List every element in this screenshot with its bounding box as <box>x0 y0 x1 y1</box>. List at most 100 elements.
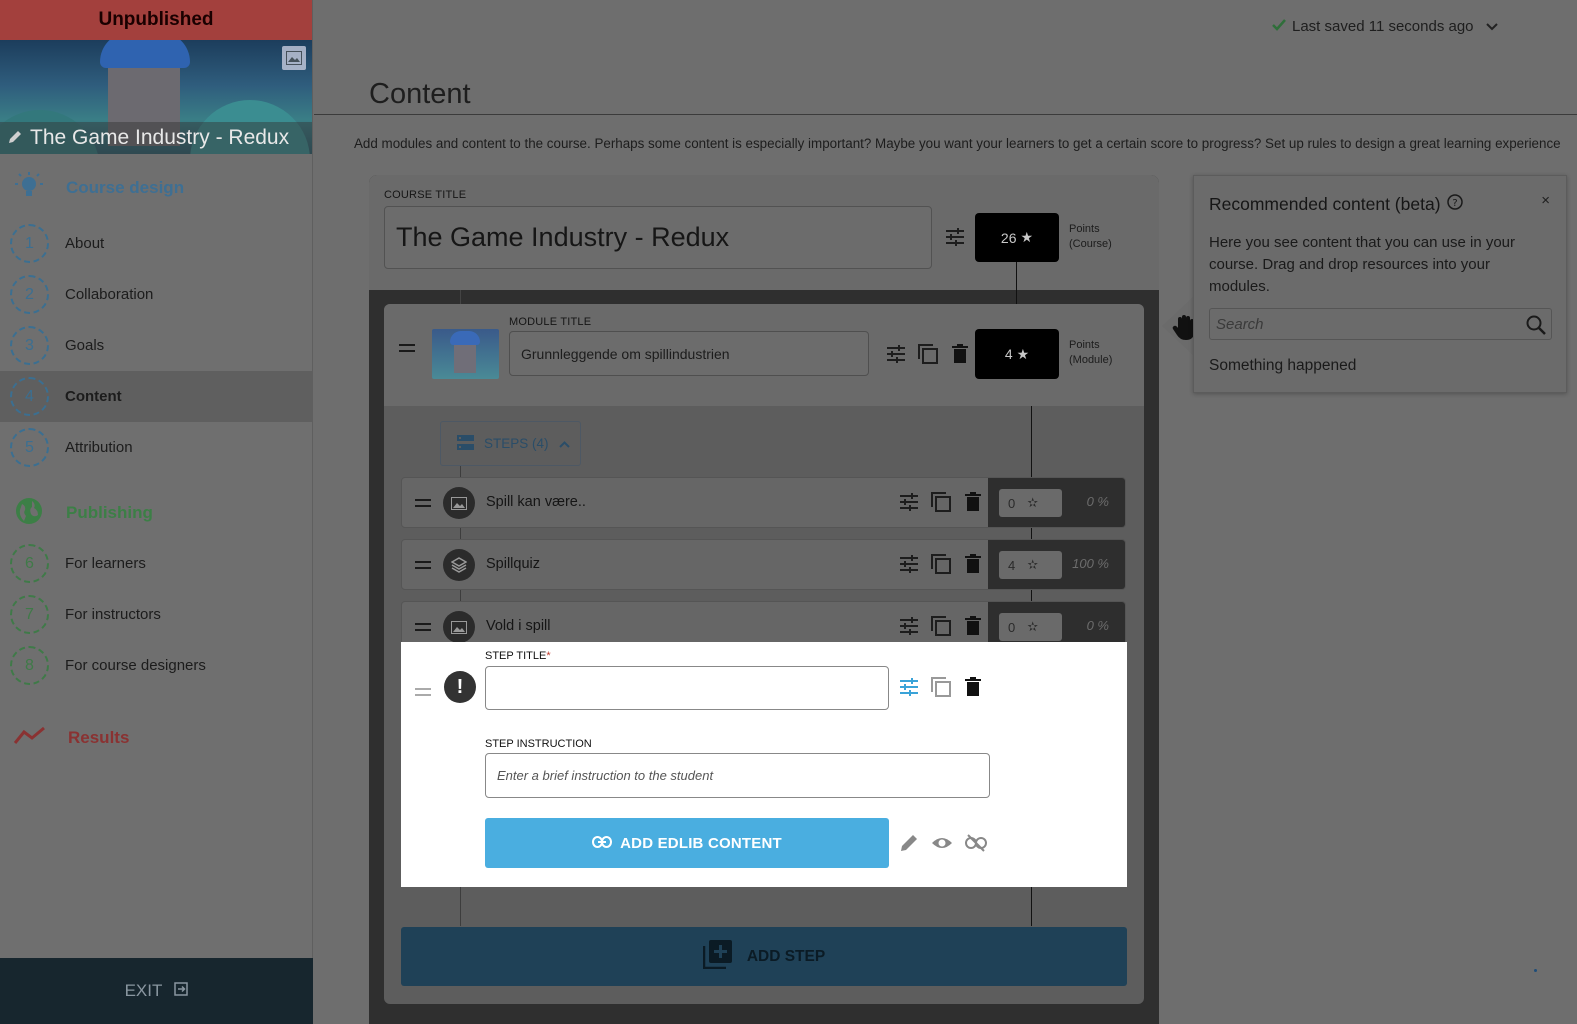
sidebar-item-for-instructors[interactable]: 7 For instructors <box>0 589 312 640</box>
delete-icon[interactable] <box>963 677 983 702</box>
edit-pencil-icon[interactable] <box>899 833 919 858</box>
drag-handle-icon[interactable] <box>415 684 431 702</box>
add-step-label: ADD STEP <box>746 947 826 965</box>
delete-icon[interactable] <box>963 492 983 517</box>
unlink-icon[interactable] <box>965 833 987 858</box>
recommended-description: Here you see content that you can use in… <box>1209 234 1516 295</box>
step-points-value: 4 <box>1008 557 1016 573</box>
sidebar-item-label: For instructors <box>65 606 161 623</box>
course-title-input[interactable]: The Game Industry - Redux <box>384 206 932 269</box>
section-label: Results <box>68 728 130 747</box>
step-title-input[interactable] <box>485 666 889 710</box>
list-icon <box>457 434 474 453</box>
page-description: Add modules and content to the course. P… <box>354 136 1561 151</box>
check-icon <box>1272 18 1286 35</box>
drag-handle-icon[interactable] <box>415 619 431 637</box>
course-points-value: 26 <box>1000 229 1017 246</box>
step-points-input[interactable]: 0 ✫ <box>999 489 1062 517</box>
search-icon[interactable] <box>1525 314 1547 340</box>
course-title-overlay[interactable]: The Game Industry - Redux <box>0 122 312 154</box>
step-percent: 100 % <box>1072 556 1109 571</box>
section-label: Course design <box>66 178 185 197</box>
section-results[interactable]: Results <box>0 713 312 763</box>
section-publishing[interactable]: Publishing <box>0 488 312 538</box>
step-name[interactable]: Spill kan være.. <box>486 494 586 510</box>
step-instruction-input[interactable]: Enter a brief instruction to the student <box>485 753 990 798</box>
sidebar-item-goals[interactable]: 3 Goals <box>0 320 312 371</box>
points-label-line2: (Module) <box>1069 354 1113 366</box>
sidebar-item-label: About <box>65 235 105 252</box>
close-icon[interactable]: × <box>1541 192 1550 209</box>
step-number: 2 <box>10 275 49 314</box>
save-status[interactable]: Last saved 11 seconds ago <box>1272 18 1498 35</box>
course-card: COURSE TITLE The Game Industry - Redux 2… <box>369 175 1159 1024</box>
step-row[interactable]: Spill kan være.. 0 ✫ 0 % <box>401 477 1126 528</box>
add-step-button[interactable]: ADD STEP <box>401 927 1127 986</box>
steps-toggle-button[interactable]: STEPS (4) <box>440 421 581 466</box>
step-settings-icon[interactable] <box>899 677 919 702</box>
section-label: Publishing <box>66 503 153 522</box>
course-title-label: COURSE TITLE <box>384 189 467 201</box>
step-number: 6 <box>10 544 49 583</box>
exit-button[interactable]: EXIT <box>0 958 313 1024</box>
duplicate-icon[interactable] <box>918 344 938 369</box>
new-step-editor: ! STEP TITLE* STEP INSTRUCTION Enter a b… <box>401 642 1127 887</box>
warning-icon: ! <box>444 671 476 703</box>
course-settings-icon[interactable] <box>945 227 965 252</box>
step-row[interactable]: Vold i spill 0 ✫ 0 % <box>401 601 1126 642</box>
step-row[interactable]: Spillquiz 4 ✫ 100 % <box>401 539 1126 590</box>
sidebar-item-attribution[interactable]: 5 Attribution <box>0 422 312 473</box>
sidebar-item-about[interactable]: 1 About <box>0 218 312 269</box>
sidebar-item-for-course-designers[interactable]: 8 For course designers <box>0 640 312 691</box>
section-course-design[interactable]: Course design <box>0 158 312 218</box>
module-title-input[interactable]: Grunnleggende om spillindustrien <box>509 331 869 376</box>
duplicate-icon[interactable] <box>931 554 951 579</box>
save-status-text: Last saved 11 seconds ago <box>1292 18 1474 35</box>
star-outline-icon: ✫ <box>1027 557 1039 572</box>
step-points-value: 0 <box>1008 495 1016 511</box>
sidebar-item-for-learners[interactable]: 6 For learners <box>0 538 312 589</box>
link-icon <box>592 835 613 852</box>
step-settings-icon[interactable] <box>899 554 919 579</box>
duplicate-icon[interactable] <box>931 616 951 641</box>
step-points-input[interactable]: 4 ✫ <box>999 551 1062 579</box>
drag-handle-icon[interactable] <box>399 340 415 358</box>
change-image-icon[interactable] <box>282 46 306 70</box>
step-settings-icon[interactable] <box>899 492 919 517</box>
drag-handle-icon[interactable] <box>415 557 431 575</box>
delete-icon[interactable] <box>963 616 983 641</box>
sidebar-item-label: Content <box>65 388 122 405</box>
duplicate-icon[interactable] <box>931 677 951 702</box>
drag-handle-icon[interactable] <box>415 495 431 513</box>
step-name[interactable]: Vold i spill <box>486 618 550 634</box>
module-thumbnail <box>432 329 499 379</box>
step-title-label: STEP TITLE* <box>485 650 551 662</box>
points-label-line2: (Course) <box>1069 238 1112 250</box>
module-points-box: 4 ★ <box>975 329 1059 379</box>
step-name[interactable]: Spillquiz <box>486 556 540 572</box>
delete-icon[interactable] <box>963 554 983 579</box>
add-edlib-content-button[interactable]: ADD EDLIB CONTENT <box>485 818 889 868</box>
sidebar-item-collaboration[interactable]: 2 Collaboration <box>0 269 312 320</box>
publish-status-banner[interactable]: Unpublished <box>0 0 312 40</box>
search-placeholder: Search <box>1216 315 1264 333</box>
module-tools <box>886 344 970 369</box>
svg-text:?: ? <box>1452 198 1457 209</box>
recommended-search-input[interactable]: Search <box>1209 308 1552 340</box>
step-points-input[interactable]: 0 ✫ <box>999 613 1062 641</box>
duplicate-icon[interactable] <box>931 492 951 517</box>
delete-icon[interactable] <box>950 344 970 369</box>
module-settings-icon[interactable] <box>886 344 906 369</box>
recommended-content-panel: Recommended content (beta) ? × Here you … <box>1193 175 1567 393</box>
star-outline-icon: ✫ <box>1027 495 1039 510</box>
step-tools <box>899 492 983 517</box>
help-icon[interactable]: ? <box>1446 194 1463 215</box>
sidebar-item-content[interactable]: 4 Content <box>0 371 312 422</box>
points-label-line1: Points <box>1069 223 1100 235</box>
sidebar-item-label: Collaboration <box>65 286 154 303</box>
sidebar: Unpublished The Game Industry - Redux Co… <box>0 0 313 1024</box>
step-settings-icon[interactable] <box>899 616 919 641</box>
preview-eye-icon[interactable] <box>931 833 953 858</box>
course-cover-image: The Game Industry - Redux <box>0 40 312 154</box>
sidebar-item-label: For course designers <box>65 657 206 674</box>
